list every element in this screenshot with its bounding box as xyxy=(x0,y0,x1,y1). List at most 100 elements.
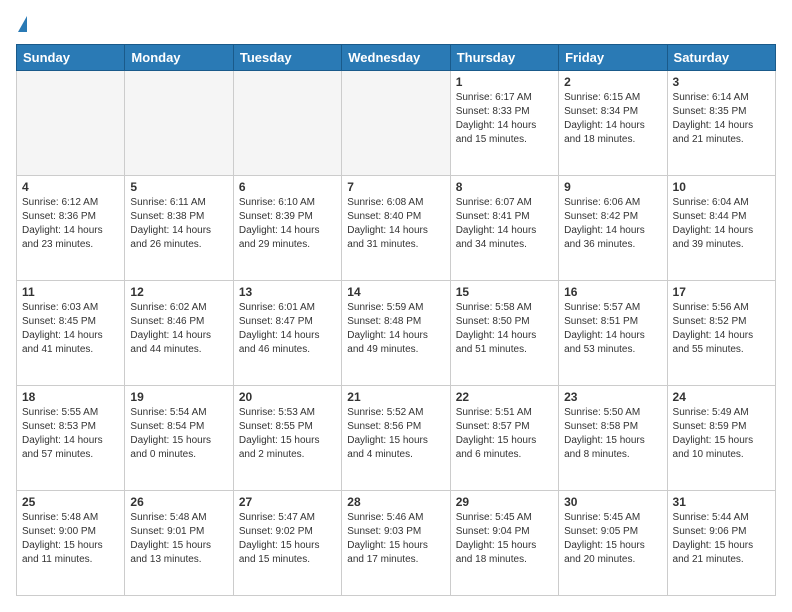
calendar-cell: 6 Sunrise: 6:10 AM Sunset: 8:39 PM Daylig… xyxy=(233,176,341,281)
day-header-monday: Monday xyxy=(125,45,233,71)
calendar-cell xyxy=(233,71,341,176)
calendar-cell: 29 Sunrise: 5:45 AM Sunset: 9:04 PM Dayli… xyxy=(450,491,558,596)
calendar-cell: 14 Sunrise: 5:59 AM Sunset: 8:48 PM Dayli… xyxy=(342,281,450,386)
calendar-cell: 5 Sunrise: 6:11 AM Sunset: 8:38 PM Daylig… xyxy=(125,176,233,281)
calendar-cell: 21 Sunrise: 5:52 AM Sunset: 8:56 PM Dayli… xyxy=(342,386,450,491)
day-info: Sunrise: 6:17 AM Sunset: 8:33 PM Dayligh… xyxy=(456,91,553,147)
week-row-5: 25Sunrise: 5:48 AM Sunset: 9:00 PM Dayli… xyxy=(17,491,776,596)
day-number: 30 xyxy=(564,495,661,509)
day-number: 2 xyxy=(564,75,661,89)
calendar-cell: 1Sunrise: 6:17 AM Sunset: 8:33 PM Daylig… xyxy=(450,71,558,176)
calendar-cell: 27 Sunrise: 5:47 AM Sunset: 9:02 PM Dayli… xyxy=(233,491,341,596)
calendar-cell: 4 Sunrise: 6:12 AM Sunset: 8:36 PM Daylig… xyxy=(17,176,125,281)
day-number: 18 xyxy=(22,390,119,404)
logo xyxy=(16,16,27,34)
day-info: Sunrise: 5:45 AM Sunset: 9:05 PM Dayligh… xyxy=(564,511,661,567)
day-info: Sunrise: 5:53 AM Sunset: 8:55 PM Dayligh… xyxy=(239,406,336,462)
day-number: 27 xyxy=(239,495,336,509)
day-info: Sunrise: 6:15 AM Sunset: 8:34 PM Dayligh… xyxy=(564,91,661,147)
calendar-cell: 30 Sunrise: 5:45 AM Sunset: 9:05 PM Dayli… xyxy=(559,491,667,596)
week-row-4: 18Sunrise: 5:55 AM Sunset: 8:53 PM Dayli… xyxy=(17,386,776,491)
day-info: Sunrise: 6:03 AM Sunset: 8:45 PM Dayligh… xyxy=(22,301,119,357)
day-number: 23 xyxy=(564,390,661,404)
calendar-header-row: SundayMondayTuesdayWednesdayThursdayFrid… xyxy=(17,45,776,71)
day-number: 29 xyxy=(456,495,553,509)
day-header-thursday: Thursday xyxy=(450,45,558,71)
day-info: Sunrise: 6:01 AM Sunset: 8:47 PM Dayligh… xyxy=(239,301,336,357)
day-number: 31 xyxy=(673,495,770,509)
day-number: 12 xyxy=(130,285,227,299)
day-number: 22 xyxy=(456,390,553,404)
week-row-1: 1Sunrise: 6:17 AM Sunset: 8:33 PM Daylig… xyxy=(17,71,776,176)
day-number: 26 xyxy=(130,495,227,509)
logo-triangle-icon xyxy=(18,16,27,32)
day-header-wednesday: Wednesday xyxy=(342,45,450,71)
day-info: Sunrise: 6:07 AM Sunset: 8:41 PM Dayligh… xyxy=(456,196,553,252)
calendar-cell xyxy=(17,71,125,176)
day-info: Sunrise: 6:14 AM Sunset: 8:35 PM Dayligh… xyxy=(673,91,770,147)
calendar-cell: 15 Sunrise: 5:58 AM Sunset: 8:50 PM Dayli… xyxy=(450,281,558,386)
day-info: Sunrise: 6:06 AM Sunset: 8:42 PM Dayligh… xyxy=(564,196,661,252)
day-info: Sunrise: 5:46 AM Sunset: 9:03 PM Dayligh… xyxy=(347,511,444,567)
day-number: 3 xyxy=(673,75,770,89)
day-number: 17 xyxy=(673,285,770,299)
day-info: Sunrise: 5:45 AM Sunset: 9:04 PM Dayligh… xyxy=(456,511,553,567)
day-number: 16 xyxy=(564,285,661,299)
day-number: 4 xyxy=(22,180,119,194)
day-number: 10 xyxy=(673,180,770,194)
day-info: Sunrise: 5:47 AM Sunset: 9:02 PM Dayligh… xyxy=(239,511,336,567)
calendar-cell: 11Sunrise: 6:03 AM Sunset: 8:45 PM Dayli… xyxy=(17,281,125,386)
calendar-cell: 23 Sunrise: 5:50 AM Sunset: 8:58 PM Dayli… xyxy=(559,386,667,491)
day-info: Sunrise: 6:11 AM Sunset: 8:38 PM Dayligh… xyxy=(130,196,227,252)
day-info: Sunrise: 5:51 AM Sunset: 8:57 PM Dayligh… xyxy=(456,406,553,462)
day-number: 28 xyxy=(347,495,444,509)
day-number: 5 xyxy=(130,180,227,194)
day-info: Sunrise: 5:52 AM Sunset: 8:56 PM Dayligh… xyxy=(347,406,444,462)
day-number: 7 xyxy=(347,180,444,194)
day-number: 19 xyxy=(130,390,227,404)
page: SundayMondayTuesdayWednesdayThursdayFrid… xyxy=(0,0,792,612)
calendar-cell: 18Sunrise: 5:55 AM Sunset: 8:53 PM Dayli… xyxy=(17,386,125,491)
day-info: Sunrise: 5:56 AM Sunset: 8:52 PM Dayligh… xyxy=(673,301,770,357)
calendar-cell: 24 Sunrise: 5:49 AM Sunset: 8:59 PM Dayli… xyxy=(667,386,775,491)
day-info: Sunrise: 5:54 AM Sunset: 8:54 PM Dayligh… xyxy=(130,406,227,462)
calendar-table: SundayMondayTuesdayWednesdayThursdayFrid… xyxy=(16,44,776,596)
day-number: 20 xyxy=(239,390,336,404)
calendar-cell: 22 Sunrise: 5:51 AM Sunset: 8:57 PM Dayli… xyxy=(450,386,558,491)
day-number: 13 xyxy=(239,285,336,299)
calendar-cell: 31 Sunrise: 5:44 AM Sunset: 9:06 PM Dayli… xyxy=(667,491,775,596)
day-number: 25 xyxy=(22,495,119,509)
day-header-sunday: Sunday xyxy=(17,45,125,71)
calendar-cell xyxy=(125,71,233,176)
week-row-2: 4 Sunrise: 6:12 AM Sunset: 8:36 PM Daylig… xyxy=(17,176,776,281)
calendar-cell: 19 Sunrise: 5:54 AM Sunset: 8:54 PM Dayli… xyxy=(125,386,233,491)
week-row-3: 11Sunrise: 6:03 AM Sunset: 8:45 PM Dayli… xyxy=(17,281,776,386)
day-info: Sunrise: 5:58 AM Sunset: 8:50 PM Dayligh… xyxy=(456,301,553,357)
day-info: Sunrise: 5:59 AM Sunset: 8:48 PM Dayligh… xyxy=(347,301,444,357)
day-info: Sunrise: 5:48 AM Sunset: 9:01 PM Dayligh… xyxy=(130,511,227,567)
calendar-cell: 16Sunrise: 5:57 AM Sunset: 8:51 PM Dayli… xyxy=(559,281,667,386)
calendar-cell: 20 Sunrise: 5:53 AM Sunset: 8:55 PM Dayli… xyxy=(233,386,341,491)
day-number: 6 xyxy=(239,180,336,194)
calendar-cell: 26 Sunrise: 5:48 AM Sunset: 9:01 PM Dayli… xyxy=(125,491,233,596)
day-number: 14 xyxy=(347,285,444,299)
calendar-cell: 28 Sunrise: 5:46 AM Sunset: 9:03 PM Dayli… xyxy=(342,491,450,596)
calendar-cell: 10Sunrise: 6:04 AM Sunset: 8:44 PM Dayli… xyxy=(667,176,775,281)
calendar-cell: 2 Sunrise: 6:15 AM Sunset: 8:34 PM Daylig… xyxy=(559,71,667,176)
day-number: 21 xyxy=(347,390,444,404)
day-info: Sunrise: 5:44 AM Sunset: 9:06 PM Dayligh… xyxy=(673,511,770,567)
calendar-cell: 9Sunrise: 6:06 AM Sunset: 8:42 PM Daylig… xyxy=(559,176,667,281)
calendar-cell: 3 Sunrise: 6:14 AM Sunset: 8:35 PM Daylig… xyxy=(667,71,775,176)
day-number: 24 xyxy=(673,390,770,404)
day-info: Sunrise: 5:49 AM Sunset: 8:59 PM Dayligh… xyxy=(673,406,770,462)
day-info: Sunrise: 6:10 AM Sunset: 8:39 PM Dayligh… xyxy=(239,196,336,252)
day-number: 8 xyxy=(456,180,553,194)
day-number: 15 xyxy=(456,285,553,299)
day-info: Sunrise: 6:02 AM Sunset: 8:46 PM Dayligh… xyxy=(130,301,227,357)
calendar-cell: 25Sunrise: 5:48 AM Sunset: 9:00 PM Dayli… xyxy=(17,491,125,596)
day-header-saturday: Saturday xyxy=(667,45,775,71)
day-info: Sunrise: 6:12 AM Sunset: 8:36 PM Dayligh… xyxy=(22,196,119,252)
calendar-cell xyxy=(342,71,450,176)
day-info: Sunrise: 5:50 AM Sunset: 8:58 PM Dayligh… xyxy=(564,406,661,462)
header xyxy=(16,16,776,34)
